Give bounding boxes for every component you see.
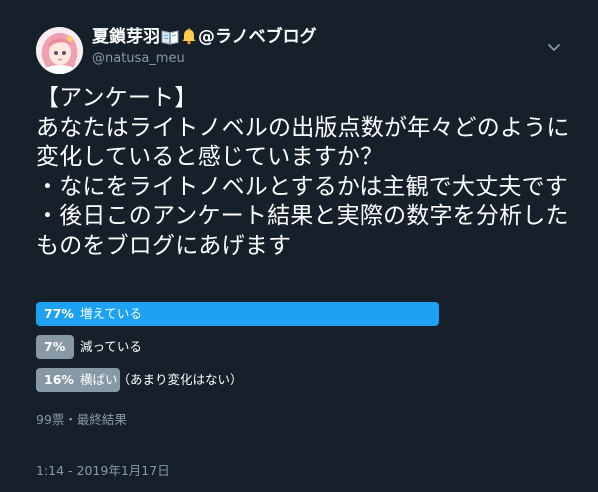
- tweet-card: 夏鎖芽羽 @ラノベブログ @natusa_meu 【アンケート】 あなたはライトノ…: [0, 0, 598, 492]
- poll-option-percent: 16%: [44, 372, 74, 387]
- tweet-timestamp[interactable]: 1:14 - 2019年1月17日: [36, 463, 170, 479]
- display-name-prefix: 夏鎖芽羽: [92, 27, 160, 47]
- poll-option-label: 増えている: [80, 306, 142, 321]
- poll-option-percent: 77%: [44, 306, 74, 321]
- avatar[interactable]: [36, 27, 83, 74]
- poll-option-label: 横ばい（あまり変化はない）: [80, 372, 243, 387]
- avatar-illustration: [36, 27, 83, 74]
- tweet-text: 【アンケート】 あなたはライトノベルの出版点数が年々どのように変化していると感じ…: [36, 85, 570, 259]
- poll: 77% 増えている 7% 減っている 16% 横ばい（あまり変化はない）: [36, 302, 556, 401]
- chevron-down-icon[interactable]: [545, 38, 563, 56]
- display-name-suffix: @ラノベブログ: [198, 27, 317, 47]
- poll-option-label: 減っている: [80, 339, 142, 354]
- poll-footer: 99票・最終結果: [36, 412, 127, 427]
- display-name[interactable]: 夏鎖芽羽 @ラノベブログ: [92, 26, 317, 51]
- poll-option[interactable]: 77% 増えている: [36, 302, 556, 326]
- open-book-icon: [161, 29, 179, 51]
- bell-icon: [181, 28, 197, 51]
- poll-option[interactable]: 7% 減っている: [36, 335, 556, 359]
- poll-option-percent: 7%: [44, 339, 66, 354]
- poll-option[interactable]: 16% 横ばい（あまり変化はない）: [36, 368, 556, 392]
- user-handle[interactable]: @natusa_meu: [92, 50, 185, 68]
